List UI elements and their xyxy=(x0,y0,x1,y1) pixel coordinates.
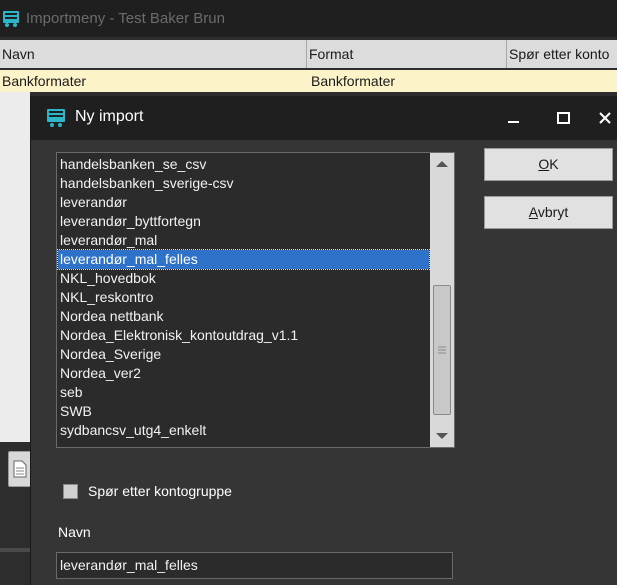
list-item[interactable]: seb xyxy=(60,383,83,402)
import-menu-titlebar: Importmeny - Test Baker Brun xyxy=(0,0,617,37)
dialog-titlebar[interactable]: Ny import xyxy=(31,96,617,140)
app-icon xyxy=(3,10,19,27)
list-item[interactable]: handelsbanken_se_csv xyxy=(60,155,206,174)
ok-button[interactable]: OK xyxy=(484,148,613,181)
checkbox-label: Spør etter kontogruppe xyxy=(88,483,232,499)
list-scrollbar[interactable] xyxy=(430,153,454,447)
ask-account-group-checkbox[interactable] xyxy=(63,483,78,499)
table-row[interactable]: Bankformater Bankformater xyxy=(0,70,617,92)
table-cell-format: Bankformater xyxy=(311,73,396,89)
table-body xyxy=(0,92,30,442)
list-item[interactable]: Nordea_Sverige xyxy=(60,345,161,364)
cancel-button[interactable]: Avbryt xyxy=(484,196,613,229)
ask-account-group-option[interactable]: Spør etter kontogruppe xyxy=(63,482,232,500)
list-item[interactable]: NKL_hovedbok xyxy=(60,269,156,288)
list-item[interactable]: NKL_reskontro xyxy=(60,288,153,307)
table-header: Navn Format Spør etter konto xyxy=(0,40,617,68)
app-icon xyxy=(47,109,65,127)
ok-label: K xyxy=(549,156,559,172)
minimize-icon[interactable] xyxy=(502,106,526,130)
dialog-title: Ny import xyxy=(75,108,144,125)
cancel-accelerator: A xyxy=(528,204,538,220)
name-label: Navn xyxy=(58,524,91,540)
list-item[interactable]: leverandør_mal xyxy=(60,231,157,250)
list-item[interactable]: sydbancsv_utg4_enkelt xyxy=(60,421,206,440)
scrollbar-thumb[interactable] xyxy=(433,285,451,415)
column-header-spor[interactable]: Spør etter konto xyxy=(507,40,617,68)
cancel-label: vbryt xyxy=(537,204,569,220)
list-item[interactable]: Nordea nettbank xyxy=(60,307,164,326)
list-item[interactable]: Nordea_ver2 xyxy=(60,364,141,383)
list-item[interactable]: handelsbanken_sverige-csv xyxy=(60,174,234,193)
name-input[interactable]: leverandør_mal_felles xyxy=(56,552,453,579)
list-item[interactable]: SWB xyxy=(60,402,92,421)
table-cell-navn: Bankformater xyxy=(2,73,87,89)
grip-icon xyxy=(438,346,446,354)
new-import-dialog: Ny import handelsbanken_se_csv handelsba… xyxy=(30,96,617,585)
format-listbox[interactable]: handelsbanken_se_csv handelsbanken_sveri… xyxy=(56,152,455,448)
list-item[interactable]: leverandør xyxy=(60,193,127,212)
list-item[interactable]: Nordea_Elektronisk_kontoutdrag_v1.1 xyxy=(60,326,298,345)
document-icon xyxy=(13,460,27,478)
close-icon[interactable] xyxy=(593,106,617,130)
divider xyxy=(0,548,30,552)
scroll-down-icon[interactable] xyxy=(430,425,454,447)
document-button[interactable] xyxy=(8,451,32,487)
ok-accelerator: O xyxy=(538,156,550,172)
window-title: Importmeny - Test Baker Brun xyxy=(26,10,225,27)
scroll-up-icon[interactable] xyxy=(430,153,454,175)
column-header-format[interactable]: Format xyxy=(307,40,507,68)
list-item-selected[interactable]: leverandør_mal_felles xyxy=(57,249,430,270)
column-header-navn[interactable]: Navn xyxy=(0,40,307,68)
list-item[interactable]: leverandør_byttfortegn xyxy=(60,212,201,231)
maximize-icon[interactable] xyxy=(551,106,575,130)
